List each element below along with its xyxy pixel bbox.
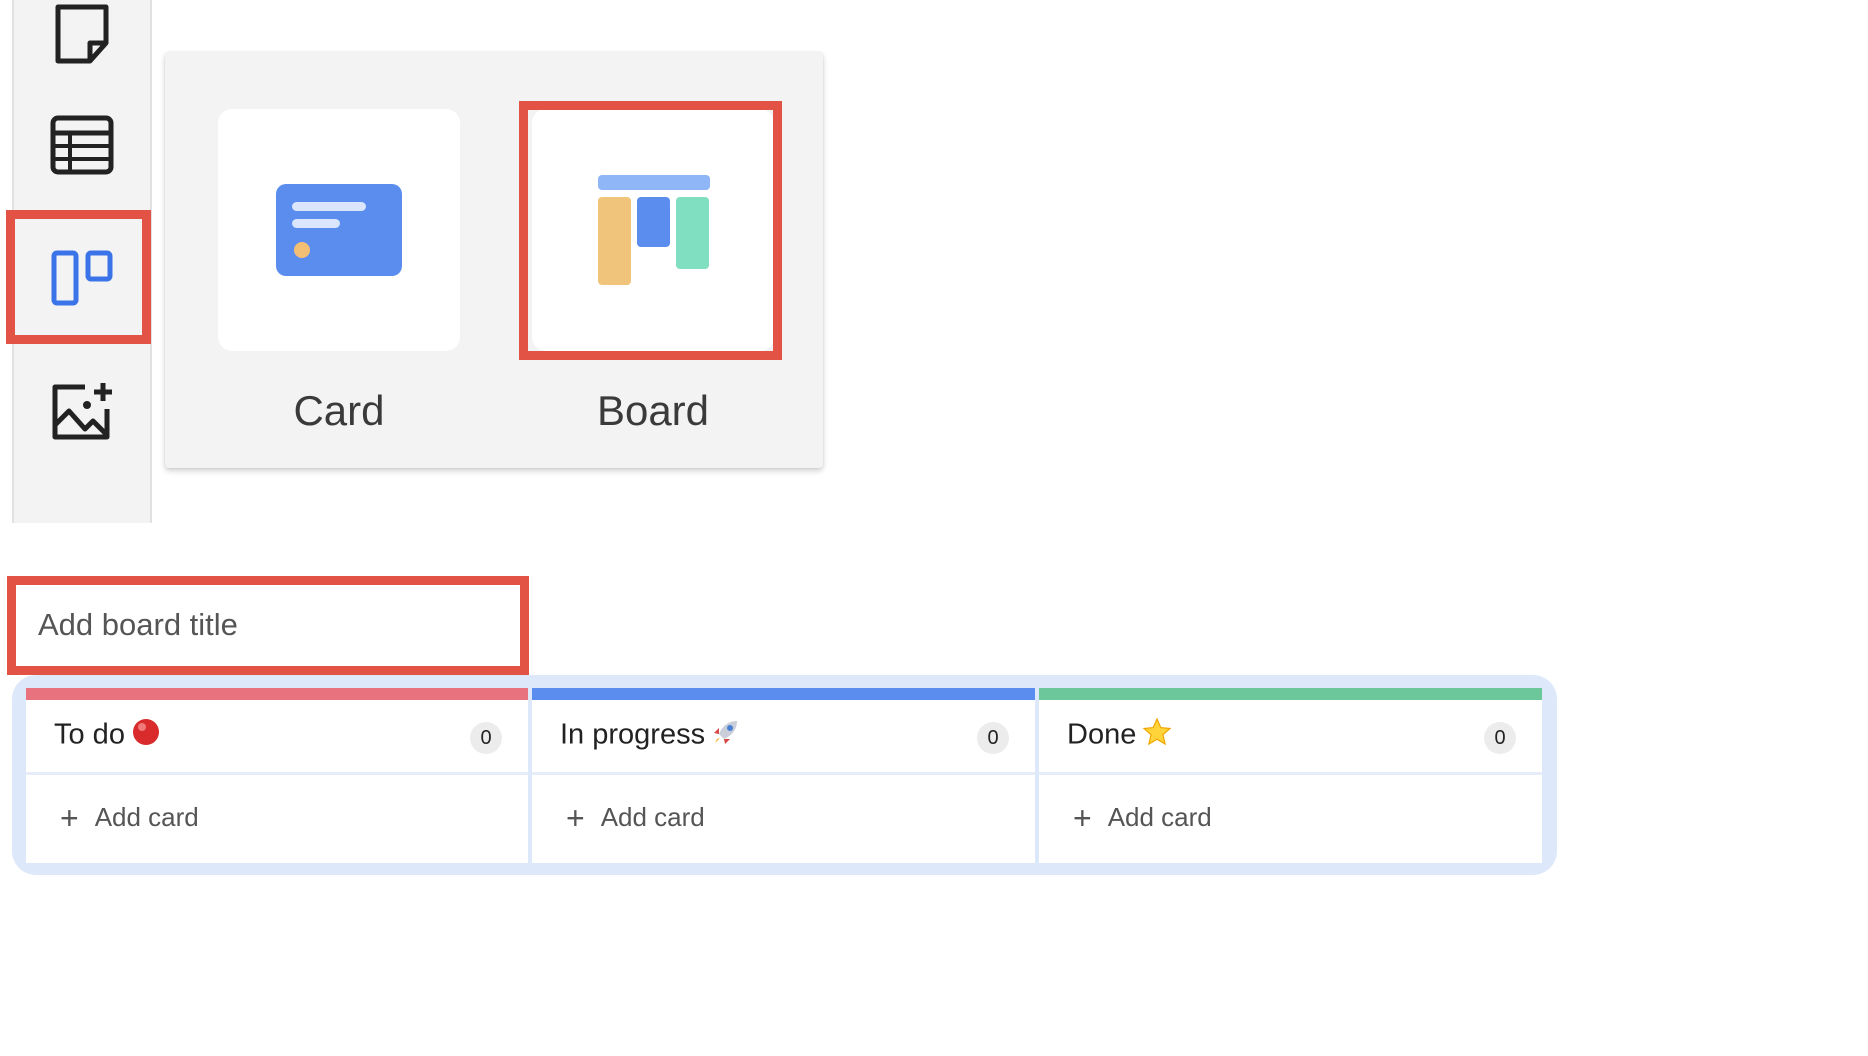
column-card-count: 0 <box>977 722 1009 754</box>
insert-picker-popover: Card Board <box>165 52 823 468</box>
plus-icon: + <box>566 799 585 836</box>
column-name: In progress <box>560 717 741 755</box>
column-name: Done <box>1067 717 1172 755</box>
board-icon <box>51 250 113 306</box>
image-add-icon <box>52 383 112 440</box>
add-card-label: Add card <box>1107 802 1212 832</box>
add-card-button[interactable]: + Add card <box>1039 775 1542 860</box>
column-color-bar <box>26 688 528 700</box>
column-color-bar <box>532 688 1035 700</box>
column-card-count: 0 <box>1484 722 1516 754</box>
kanban-board: To do 0 + Add card In progress 0 + Add c… <box>12 675 1557 875</box>
board-column-done: Done 0 + Add card <box>1039 688 1542 863</box>
add-card-label: Add card <box>94 802 199 832</box>
image-tool[interactable] <box>14 352 150 472</box>
rocket-icon <box>711 717 741 755</box>
card-option[interactable]: Card <box>218 109 460 435</box>
board-title-input[interactable] <box>16 585 521 665</box>
column-card-count: 0 <box>470 722 502 754</box>
board-column-in-progress: In progress 0 + Add card <box>532 688 1035 863</box>
table-icon <box>50 115 114 175</box>
sticky-note-tool[interactable] <box>14 0 150 95</box>
column-header[interactable]: To do 0 <box>26 700 528 775</box>
sticky-note-icon <box>55 4 109 64</box>
card-option-tile[interactable] <box>218 109 460 351</box>
add-card-button[interactable]: + Add card <box>26 775 528 860</box>
column-name: To do <box>54 717 161 755</box>
board-option[interactable]: Board <box>532 109 774 435</box>
red-circle-icon <box>131 717 161 755</box>
plus-icon: + <box>60 799 79 836</box>
plus-icon: + <box>1073 799 1092 836</box>
board-layout-icon <box>598 175 710 285</box>
board-option-tile[interactable] <box>532 109 774 351</box>
column-header[interactable]: In progress 0 <box>532 700 1035 775</box>
add-card-button[interactable]: + Add card <box>532 775 1035 860</box>
star-icon <box>1142 717 1172 755</box>
left-toolbar <box>12 0 152 523</box>
card-option-label: Card <box>293 387 385 434</box>
column-color-bar <box>1039 688 1542 700</box>
table-tool[interactable] <box>14 85 150 205</box>
card-icon <box>276 184 402 276</box>
column-header[interactable]: Done 0 <box>1039 700 1542 775</box>
board-tool[interactable] <box>14 218 150 338</box>
add-card-label: Add card <box>600 802 705 832</box>
board-option-label: Board <box>596 387 710 434</box>
board-column-todo: To do 0 + Add card <box>26 688 528 863</box>
